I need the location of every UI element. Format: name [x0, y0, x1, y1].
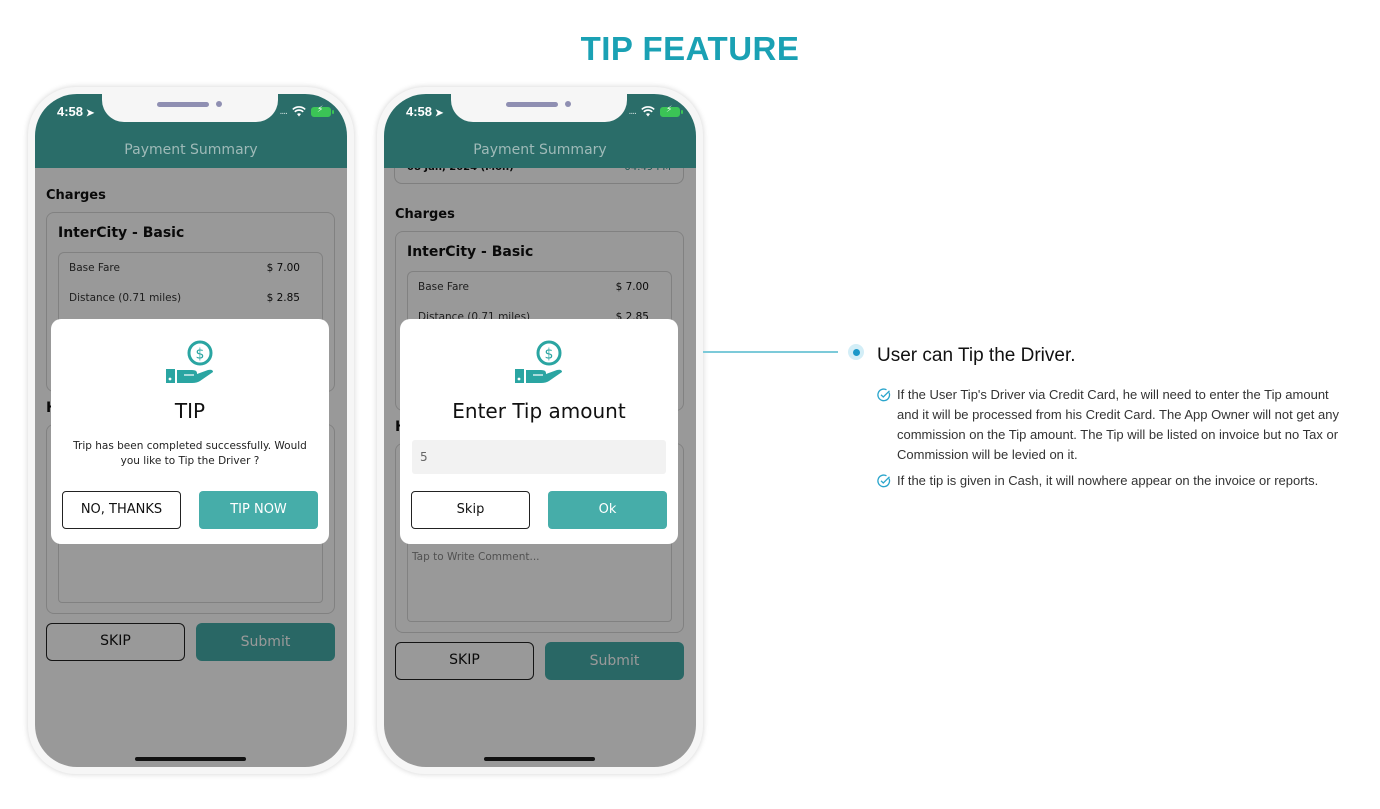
- phone-mockup-tip-amount: 4:58➤ .... ⚡ Payment Summary 08 Jan, 202…: [377, 87, 703, 774]
- battery-charging-icon: ⚡: [311, 105, 334, 117]
- ok-button[interactable]: Ok: [548, 491, 667, 529]
- battery-charging-icon: ⚡: [660, 105, 683, 117]
- status-bar: 4:58 ➤ .... ⚡: [35, 94, 347, 136]
- signal-icon: ....: [279, 106, 289, 117]
- tip-amount-input[interactable]: [412, 440, 666, 474]
- header-title: Payment Summary: [35, 136, 347, 168]
- phone-screen: 4:58➤ .... ⚡ Payment Summary 08 Jan, 202…: [384, 94, 696, 767]
- wifi-icon: [641, 106, 655, 117]
- speaker: [157, 102, 209, 107]
- connector-line: [703, 351, 838, 353]
- status-time: 4:58 ➤: [406, 104, 444, 119]
- feature-point: If the tip is given in Cash, it will now…: [877, 471, 1352, 491]
- location-arrow-icon: ➤: [435, 108, 444, 119]
- tip-hand-coin-icon: $: [166, 340, 213, 383]
- feature-heading: User can Tip the Driver.: [877, 345, 1076, 366]
- tip-hand-coin-icon: $: [515, 340, 562, 383]
- location-arrow-icon: ➤: [86, 108, 95, 119]
- tip-prompt-dialog: $ TIP Trip has been completed successful…: [51, 319, 329, 544]
- tip-amount-dialog: $ Enter Tip amount Skip Ok: [400, 319, 678, 544]
- dialog-title: TIP: [174, 399, 206, 423]
- camera: [216, 101, 222, 107]
- system-icons: .... ⚡: [279, 105, 334, 117]
- home-indicator[interactable]: [135, 757, 246, 761]
- feature-points: If the User Tip's Driver via Credit Card…: [877, 385, 1352, 497]
- feature-point: If the User Tip's Driver via Credit Card…: [877, 385, 1352, 465]
- system-icons: .... ⚡: [628, 105, 683, 117]
- status-bar: 4:58 ➤ .... ⚡: [384, 94, 696, 136]
- phone-mockup-tip-prompt: 4:58 ➤ .... ⚡ Payment Summary Charges Int…: [28, 87, 354, 774]
- status-time: 4:58 ➤: [57, 104, 95, 119]
- phone-notch: [102, 94, 278, 122]
- speaker: [506, 102, 558, 107]
- dialog-title: Enter Tip amount: [452, 399, 626, 423]
- phone-notch: [451, 94, 627, 122]
- header-title: Payment Summary: [384, 136, 696, 168]
- home-indicator[interactable]: [484, 757, 595, 761]
- phone-screen: 4:58 ➤ .... ⚡ Payment Summary Charges Int…: [35, 94, 347, 767]
- dialog-message: Trip has been completed successfully. Wo…: [73, 440, 307, 467]
- check-circle-icon: [877, 388, 891, 402]
- tip-now-button[interactable]: TIP NOW: [199, 491, 318, 529]
- svg-text:$: $: [545, 347, 554, 363]
- camera: [565, 101, 571, 107]
- no-thanks-button[interactable]: NO, THANKS: [62, 491, 181, 529]
- wifi-icon: [292, 106, 306, 117]
- check-circle-icon: [877, 474, 891, 488]
- skip-tip-button[interactable]: Skip: [411, 491, 530, 529]
- signal-icon: ....: [628, 106, 638, 117]
- bullet-dot-icon: [848, 344, 864, 360]
- svg-text:$: $: [196, 347, 205, 363]
- page-title: TIP FEATURE: [580, 30, 800, 67]
